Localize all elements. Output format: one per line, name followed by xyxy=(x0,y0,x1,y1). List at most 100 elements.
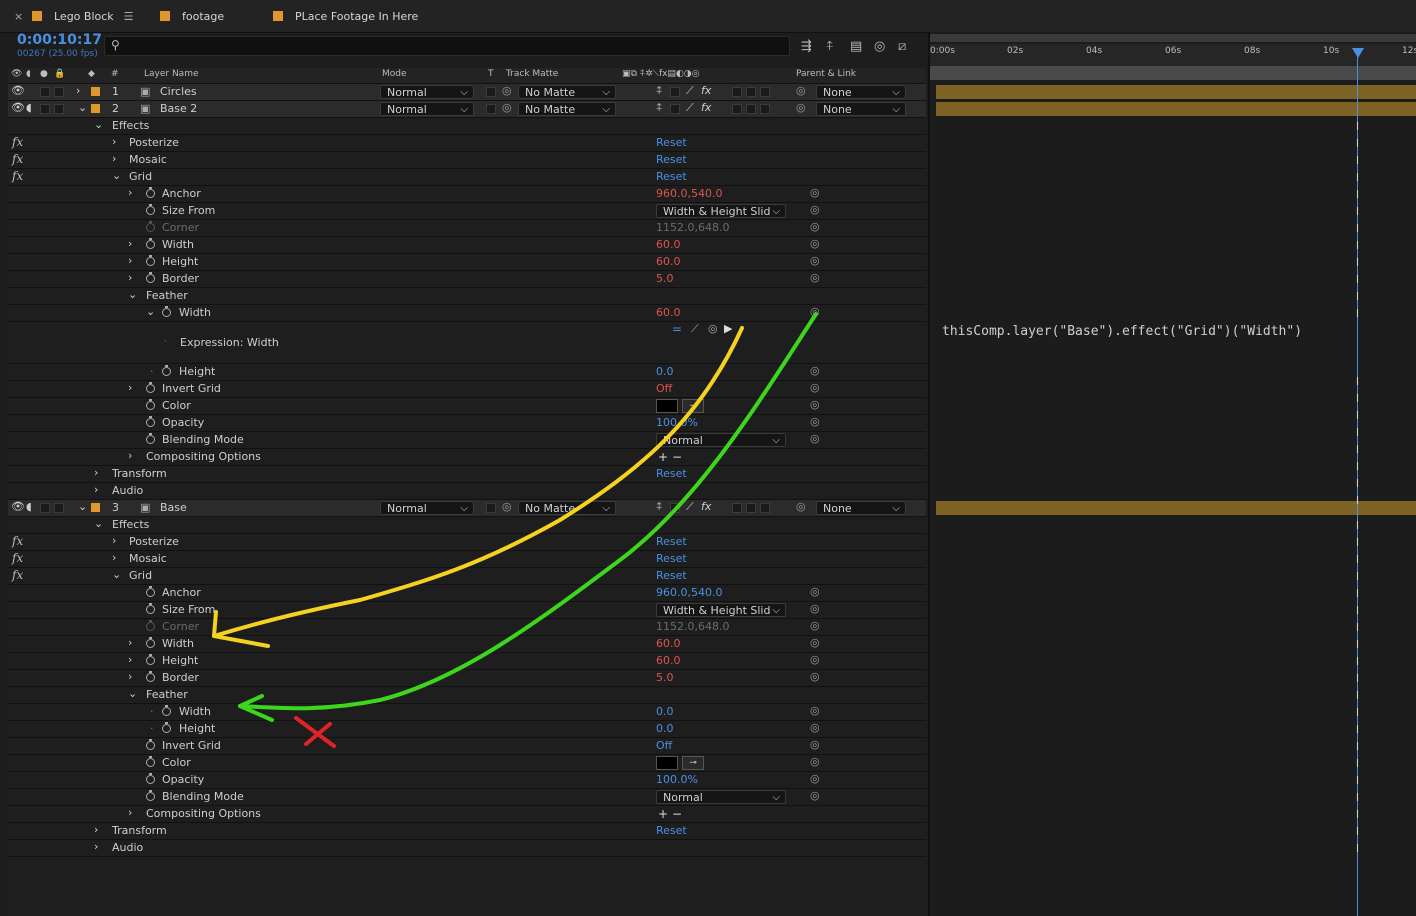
layer-duration-bar-base[interactable] xyxy=(936,501,1416,515)
property-row-opacity[interactable]: Opacity 100.0% ◎ xyxy=(8,415,926,432)
property-row-anchor[interactable]: Anchor 960.0,540.0 ◎ xyxy=(8,585,926,602)
pick-whip-icon[interactable]: ◎ xyxy=(810,789,820,802)
visibility-icon[interactable]: 👁 xyxy=(11,101,25,114)
reset-link[interactable]: Reset xyxy=(656,552,687,565)
stopwatch-icon[interactable] xyxy=(146,773,155,784)
property-row-size-from[interactable]: Size From Width & Height Slid ⌵ ◎ xyxy=(8,203,926,220)
property-value[interactable]: 60.0 xyxy=(656,637,681,650)
pick-whip-icon[interactable]: ◎ xyxy=(810,364,820,377)
fx-icon[interactable]: fx xyxy=(12,551,23,565)
chevron-down-icon[interactable]: ⌄ xyxy=(112,169,121,182)
pick-whip-icon[interactable]: ◎ xyxy=(796,500,806,513)
chevron-right-icon[interactable]: › xyxy=(76,84,80,97)
chevron-down-icon[interactable]: ⌄ xyxy=(112,568,121,581)
property-row-invert-grid[interactable]: Invert Grid Off ◎ xyxy=(8,738,926,755)
tab-footage[interactable]: footage xyxy=(160,8,224,26)
stopwatch-icon[interactable] xyxy=(146,790,155,801)
solo-toggle[interactable] xyxy=(40,503,50,513)
collapse-switch[interactable] xyxy=(670,503,680,513)
property-row-compositing-options[interactable]: › Compositing Options + − xyxy=(8,449,926,466)
pick-whip-icon[interactable]: ◎ xyxy=(810,305,820,318)
effects-group[interactable]: ⌄ Effects xyxy=(8,118,926,135)
pick-whip-icon[interactable]: ◎ xyxy=(810,237,820,250)
close-tab-icon[interactable]: × xyxy=(14,8,23,26)
expression-pickwhip-icon[interactable]: ◎ xyxy=(708,322,718,335)
preserve-transparency-toggle[interactable] xyxy=(486,87,496,97)
property-row-compositing-options[interactable]: › Compositing Options + − xyxy=(8,806,926,823)
tab-lego-block[interactable]: Lego Block ☰ xyxy=(32,8,134,26)
tab-place-footage[interactable]: PLace Footage In Here xyxy=(273,8,418,26)
layer-row-circles[interactable]: 👁 › 1 ▣ Circles Normal ⌵ ◎ No Matte ⌵ ⍏ ⟋ … xyxy=(8,84,926,101)
property-group-audio[interactable]: › Audio xyxy=(8,840,926,857)
layer-duration-bar-base-2[interactable] xyxy=(936,102,1416,116)
property-value[interactable]: 100.0% xyxy=(656,416,698,429)
audio-icon[interactable]: ◖ xyxy=(26,500,32,513)
stopwatch-icon[interactable] xyxy=(146,603,155,614)
stopwatch-icon[interactable] xyxy=(146,382,155,393)
property-value[interactable]: 960.0,540.0 xyxy=(656,586,722,599)
time-navigator[interactable] xyxy=(930,34,1416,42)
reset-link[interactable]: Reset xyxy=(656,569,687,582)
search-input[interactable]: ⚲ xyxy=(104,36,790,56)
motion-blur-switch[interactable] xyxy=(746,87,756,97)
pick-whip-icon[interactable]: ◎ xyxy=(810,585,820,598)
pick-whip-icon[interactable]: ◎ xyxy=(810,704,820,717)
pick-whip-icon[interactable]: ◎ xyxy=(810,271,820,284)
chevron-right-icon[interactable]: › xyxy=(128,449,132,462)
reset-link[interactable]: Reset xyxy=(656,467,687,480)
stopwatch-icon[interactable] xyxy=(162,705,171,716)
reset-link[interactable]: Reset xyxy=(656,535,687,548)
chevron-right-icon[interactable]: › xyxy=(128,670,132,683)
stopwatch-icon[interactable] xyxy=(146,739,155,750)
current-time-display[interactable]: 0:00:10:17 xyxy=(17,32,102,48)
pick-whip-icon[interactable]: ◎ xyxy=(810,670,820,683)
visibility-icon[interactable]: 👁 xyxy=(11,500,25,513)
timeline-panel[interactable] xyxy=(928,32,1416,916)
size-from-dropdown[interactable]: Width & Height Slid ⌵ xyxy=(656,603,786,617)
expression-language-menu-icon[interactable]: ▶ xyxy=(724,322,732,335)
pick-whip-icon[interactable]: ◎ xyxy=(810,220,820,233)
eye-column-icon[interactable]: 👁 xyxy=(11,69,22,79)
chevron-right-icon[interactable]: › xyxy=(112,152,116,165)
pick-whip-icon[interactable]: ◎ xyxy=(810,381,820,394)
layer-name[interactable]: Base 2 xyxy=(160,102,197,115)
motion-blur-switch[interactable] xyxy=(746,503,756,513)
panel-menu-icon[interactable]: ☰ xyxy=(124,10,134,23)
chevron-right-icon[interactable]: › xyxy=(128,186,132,199)
playhead-handle-icon[interactable] xyxy=(1352,48,1364,58)
reset-link[interactable]: Reset xyxy=(656,136,687,149)
motion-blur-switch[interactable] xyxy=(746,104,756,114)
property-row-corner[interactable]: Corner 1152.0,648.0 ◎ xyxy=(8,220,926,237)
lock-toggle[interactable] xyxy=(54,503,64,513)
quality-switch-icon[interactable]: ⟋ xyxy=(686,101,694,115)
preserve-transparency-toggle[interactable] xyxy=(486,104,496,114)
visibility-icon[interactable]: 👁 xyxy=(11,84,25,97)
stopwatch-icon[interactable] xyxy=(146,255,155,266)
property-row-border[interactable]: › Border 5.0 ◎ xyxy=(8,271,926,288)
chevron-right-icon[interactable]: › xyxy=(94,823,98,836)
frame-blend-switch[interactable] xyxy=(732,87,742,97)
reset-link[interactable]: Reset xyxy=(656,153,687,166)
pick-whip-icon[interactable]: ◎ xyxy=(810,619,820,632)
chevron-down-icon[interactable]: ⌄ xyxy=(78,500,87,513)
color-swatch[interactable] xyxy=(656,399,678,413)
shy-switch-icon[interactable]: ⍏ xyxy=(656,84,663,98)
pick-whip-icon[interactable]: ◎ xyxy=(810,636,820,649)
stopwatch-icon[interactable] xyxy=(146,204,155,215)
property-row-size-from[interactable]: Size From Width & Height Slid ⌵ ◎ xyxy=(8,602,926,619)
expression-graph-icon[interactable]: ⟋ xyxy=(691,322,699,336)
chevron-down-icon[interactable]: ⌄ xyxy=(146,305,155,318)
effects-switch-icon[interactable]: fx xyxy=(701,84,711,97)
pick-whip-icon[interactable]: ◎ xyxy=(796,84,806,97)
stopwatch-icon[interactable] xyxy=(146,187,155,198)
label-color-swatch[interactable] xyxy=(91,104,100,113)
stopwatch-icon[interactable] xyxy=(146,238,155,249)
layer-name-header[interactable]: Layer Name xyxy=(144,69,199,79)
pick-whip-icon[interactable]: ◎ xyxy=(810,254,820,267)
expression-enable-icon[interactable]: = xyxy=(672,322,682,336)
property-value[interactable]: 0.0 xyxy=(656,705,674,718)
property-row-invert-grid[interactable]: › Invert Grid Off ◎ xyxy=(8,381,926,398)
fx-icon[interactable]: fx xyxy=(12,534,23,548)
property-row-feather-width[interactable]: ⌄ Width 60.0 ◎ xyxy=(8,305,926,322)
expression-editor-text[interactable]: thisComp.layer("Base").effect("Grid")("W… xyxy=(942,324,1302,339)
